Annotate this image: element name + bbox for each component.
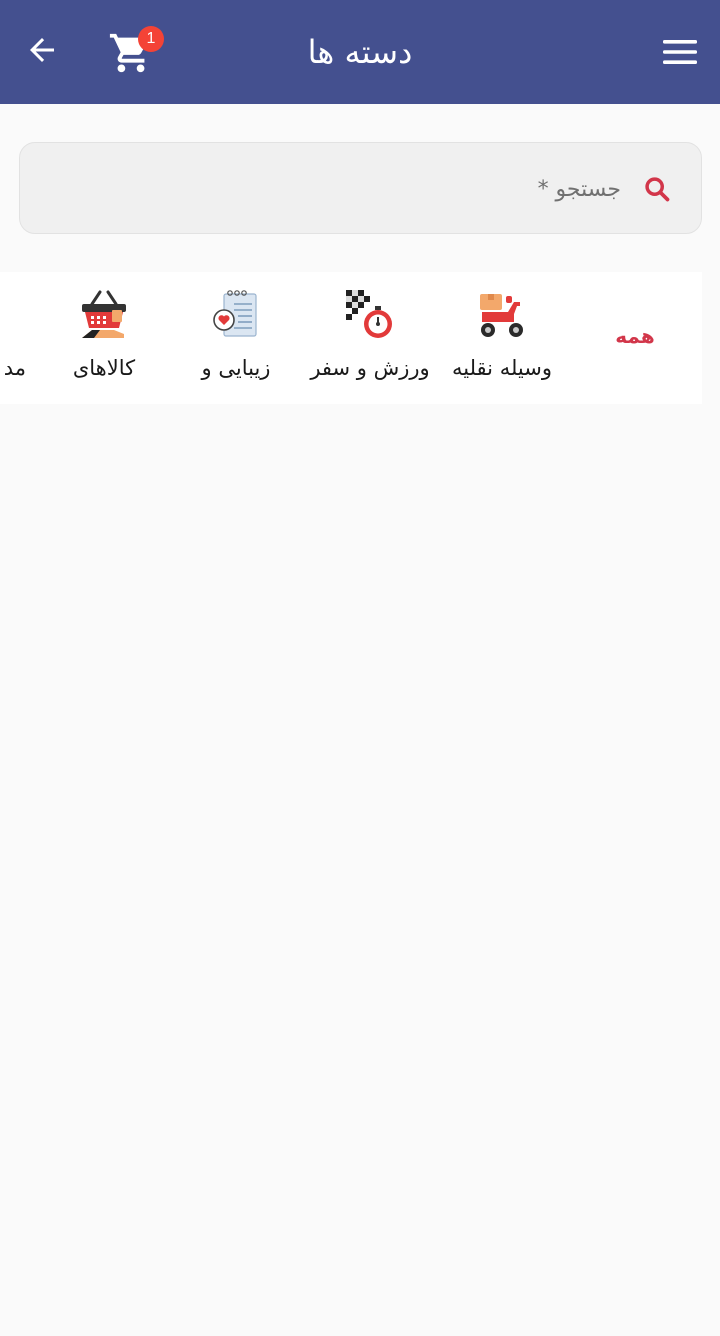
category-item-sport-travel[interactable]: ورزش و سفر: [308, 272, 432, 404]
notepad-heart-icon: [213, 290, 257, 337]
search-input[interactable]: [40, 169, 621, 209]
cart-count-badge: 1: [138, 26, 164, 52]
category-label: زیبایی و: [201, 356, 271, 380]
category-label: مد: [3, 356, 26, 380]
menu-button[interactable]: [658, 32, 702, 72]
category-label: وسیله نقلیه: [452, 356, 552, 380]
category-all-button[interactable]: همه: [600, 316, 670, 356]
category-item-vehicle[interactable]: وسیله نقلیه: [440, 272, 564, 404]
search-box: [19, 142, 702, 234]
hamburger-menu-icon: [663, 40, 697, 64]
cart-button[interactable]: 1: [108, 26, 164, 76]
category-strip: همه وسیله نقلیه ورزش و سفر زیبایی و کالا…: [0, 272, 702, 404]
category-item-goods[interactable]: کالاهای: [52, 272, 156, 404]
back-button[interactable]: [22, 30, 62, 70]
category-item-fashion[interactable]: مد: [0, 272, 26, 404]
search-icon[interactable]: [643, 175, 671, 203]
checkered-flag-stopwatch-icon: [346, 290, 392, 338]
delivery-scooter-icon: [480, 294, 523, 337]
category-item-beauty[interactable]: زیبایی و: [180, 272, 292, 404]
page-title: دسته ها: [307, 33, 413, 71]
category-label: کالاهای: [72, 356, 136, 380]
app-bar: 1 دسته ها: [0, 0, 720, 104]
shopping-basket-icon: [82, 290, 126, 338]
category-label: ورزش و سفر: [310, 356, 430, 380]
arrow-left-icon: [30, 38, 54, 62]
